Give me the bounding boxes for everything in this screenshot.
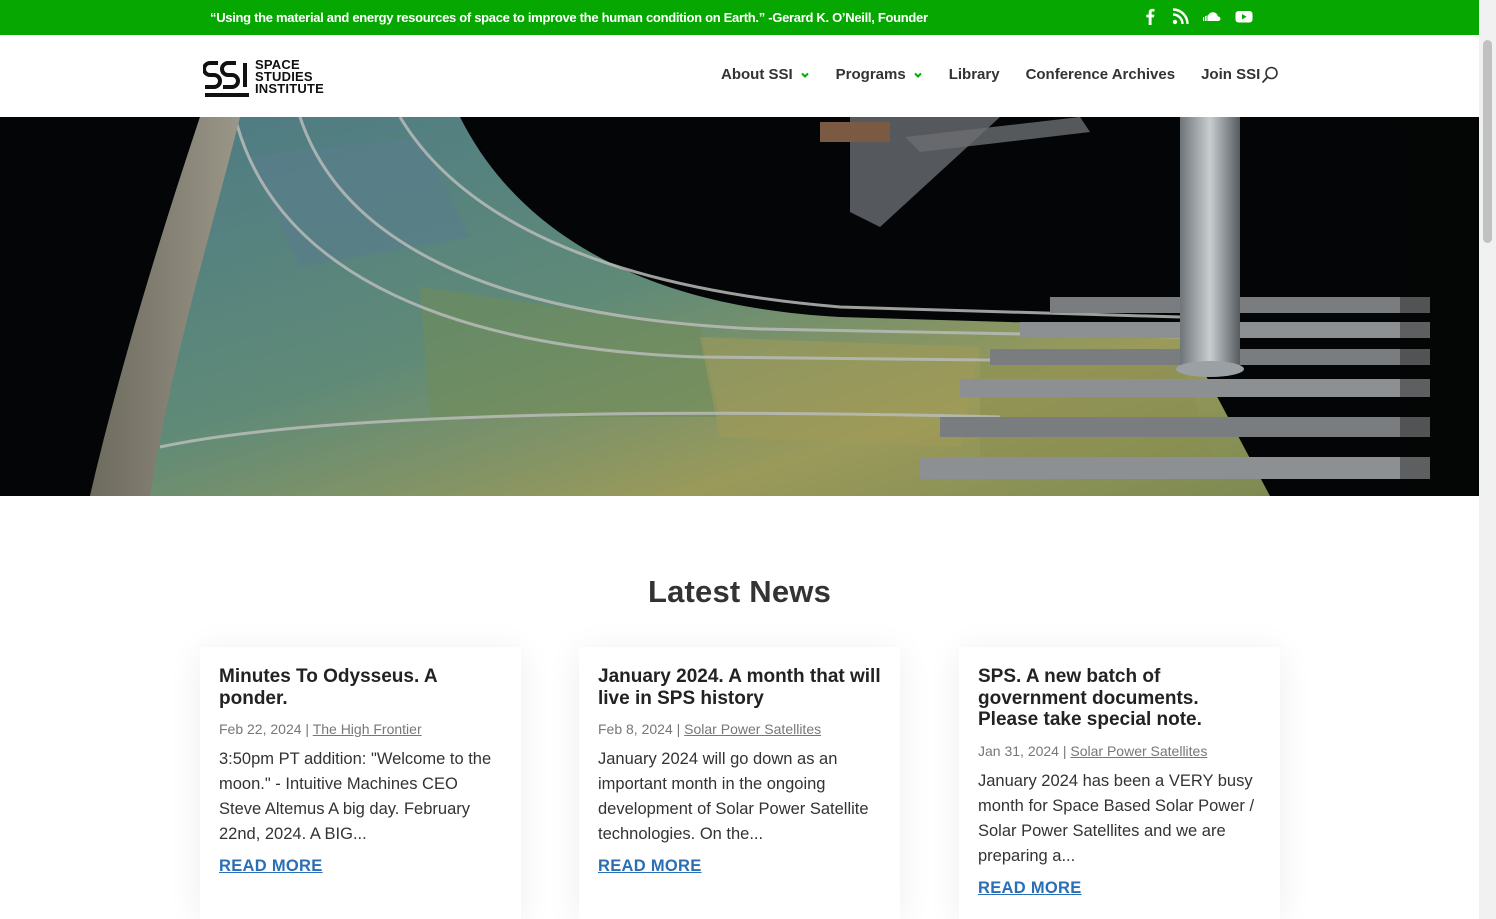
read-more-link[interactable]: READ MORE <box>598 857 702 876</box>
post-date: Feb 8, 2024 <box>598 721 673 737</box>
read-more-link[interactable]: READ MORE <box>219 857 323 876</box>
nav-label: Conference Archives <box>1025 66 1176 83</box>
post-meta: Feb 22, 2024 | The High Frontier <box>219 721 502 737</box>
post-date: Jan 31, 2024 <box>978 742 1059 759</box>
post-title-link[interactable]: January 2024. A month that will live in … <box>598 666 881 709</box>
top-bar: “Using the material and energy resources… <box>0 0 1479 35</box>
logo-line-institute: INSTITUTE <box>255 81 324 96</box>
meta-separator: | <box>1062 742 1067 759</box>
post-category-link[interactable]: The High Frontier <box>313 721 422 737</box>
nav-item-programs[interactable]: Programs <box>836 66 923 83</box>
nav-label: Library <box>948 66 1000 83</box>
space-colony-artwork <box>0 117 1479 496</box>
facebook-icon[interactable] <box>1142 8 1159 25</box>
nav-item-library[interactable]: Library <box>949 66 1000 83</box>
post-category-link[interactable]: Solar Power Satellites <box>1070 743 1207 759</box>
ssi-logo-mark <box>203 61 249 97</box>
section-title-latest-news: Latest News <box>647 574 832 609</box>
soundcloud-icon[interactable] <box>1202 8 1222 25</box>
post-meta: Jan 31, 2024 | Solar Power Satellites <box>978 743 1261 759</box>
site-logo[interactable]: SPACE STUDIES INSTITUTE <box>203 55 324 99</box>
post-date: Feb 22, 2024 <box>219 721 302 737</box>
nav-label: About SSI <box>721 66 793 83</box>
main-nav: About SSI Programs Library Conference Ar… <box>721 66 1286 83</box>
rss-icon[interactable] <box>1172 8 1189 25</box>
news-card: January 2024. A month that will live in … <box>579 647 900 919</box>
search-icon[interactable] <box>1261 66 1279 84</box>
page-scrollbar[interactable] <box>1479 0 1496 919</box>
chevron-down-icon <box>913 72 922 78</box>
nav-label: Programs <box>835 66 906 83</box>
news-card: Minutes To Odysseus. A ponder. Feb 22, 2… <box>200 647 521 919</box>
post-excerpt: January 2024 will go down as an importan… <box>598 750 869 843</box>
hero-image <box>0 117 1479 496</box>
youtube-icon[interactable] <box>1235 8 1253 25</box>
founder-quote: “Using the material and energy resources… <box>210 10 928 25</box>
meta-separator: | <box>305 721 310 737</box>
read-more-link[interactable]: READ MORE <box>978 879 1082 898</box>
scrollbar-thumb[interactable] <box>1483 40 1492 243</box>
meta-separator: | <box>676 721 681 737</box>
social-links <box>1142 8 1253 25</box>
page: “Using the material and energy resources… <box>0 0 1479 919</box>
post-excerpt: 3:50pm PT addition: "Welcome to the moon… <box>219 750 492 843</box>
site-header: SPACE STUDIES INSTITUTE About SSI Progra… <box>0 35 1479 117</box>
post-excerpt: January 2024 has been a VERY busy month … <box>978 771 1255 865</box>
logo-wordmark: SPACE STUDIES INSTITUTE <box>255 58 324 96</box>
post-title-link[interactable]: Minutes To Odysseus. A ponder. <box>219 666 502 709</box>
nav-label: Join SSI <box>1201 66 1261 83</box>
post-category-link[interactable]: Solar Power Satellites <box>684 721 821 737</box>
nav-item-about-ssi[interactable]: About SSI <box>721 66 810 83</box>
nav-item-join-ssi[interactable]: Join SSI <box>1201 66 1260 83</box>
chevron-down-icon <box>800 72 809 78</box>
news-card: SPS. A new batch of government documents… <box>959 647 1280 919</box>
post-title-link[interactable]: SPS. A new batch of government documents… <box>978 666 1261 731</box>
nav-item-conference-archives[interactable]: Conference Archives <box>1026 66 1176 83</box>
post-meta: Feb 8, 2024 | Solar Power Satellites <box>598 721 881 737</box>
